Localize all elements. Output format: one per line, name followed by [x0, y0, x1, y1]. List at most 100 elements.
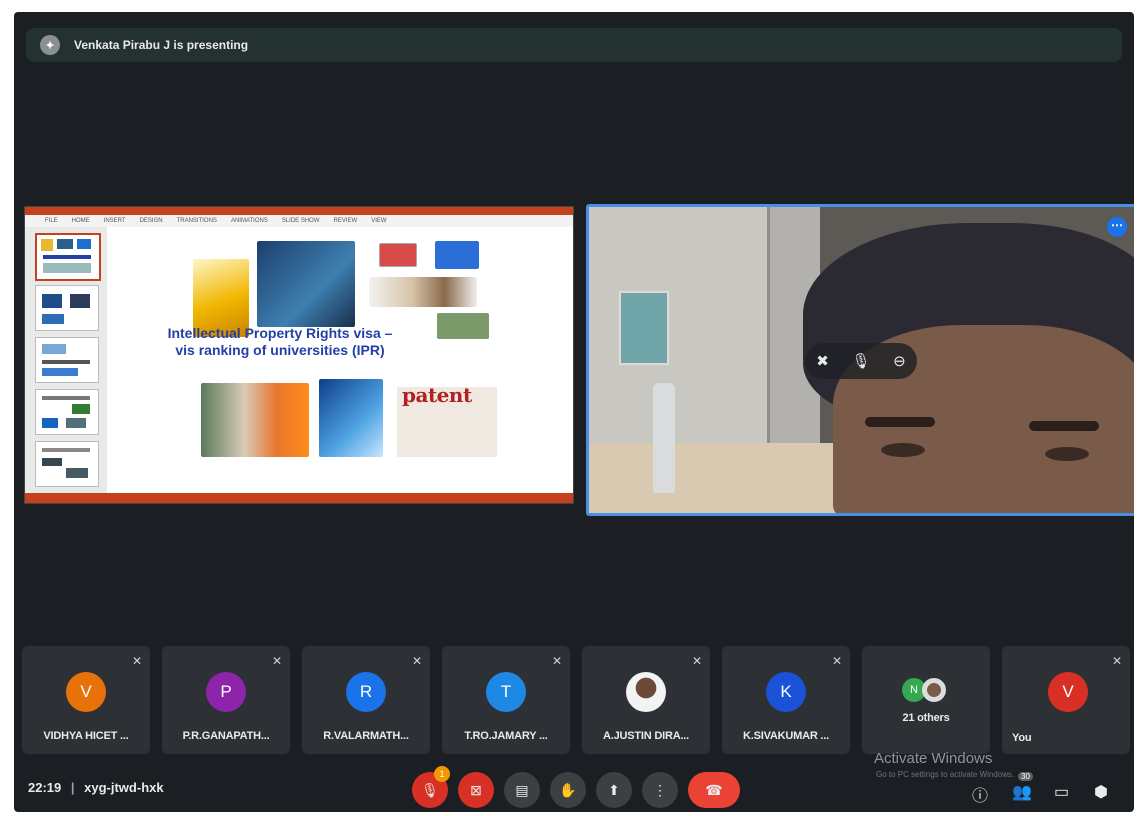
people-count: 30: [1018, 772, 1033, 781]
slide-thumbnail: [35, 233, 101, 281]
mic-off-icon: ✕: [131, 654, 142, 668]
people-icon[interactable]: 👥 30: [1012, 772, 1033, 802]
participant-tile[interactable]: ✕ R R.VALARMATH...: [302, 646, 430, 754]
captions-icon: ▤: [515, 781, 529, 798]
camera-toggle-button[interactable]: ⊠: [458, 772, 494, 808]
avatar: P: [206, 672, 246, 712]
participant-name: K.SIVAKUMAR ...: [742, 730, 830, 742]
presenter-camera-tile[interactable]: ⋯ ✖ 🎙 ⊖: [586, 204, 1134, 516]
others-count: 21 others: [902, 712, 950, 724]
patent-word: patent: [402, 383, 472, 407]
clock-time: 22:19: [28, 780, 62, 795]
present-screen-icon: ⬆: [608, 781, 620, 798]
presenter-eye: [1045, 447, 1089, 461]
mic-toggle-button[interactable]: 🎙 1: [412, 766, 450, 808]
more-options-icon[interactable]: ⋯: [1107, 217, 1127, 237]
ppt-menu-item: VIEW: [371, 218, 387, 224]
slide-canvas: [107, 227, 573, 493]
separator: |: [70, 780, 75, 795]
ppt-status-bar: [25, 493, 573, 503]
slide-title-line: Intellectual Property Rights visa –: [167, 325, 393, 341]
meeting-details: 22:19 | xyg-jtwd-hxk: [28, 780, 164, 795]
others-tile[interactable]: N 21 others: [862, 646, 990, 754]
ppt-menu-item: DESIGN: [139, 218, 163, 224]
hand-icon: ✋: [559, 781, 577, 798]
hand-image: [319, 379, 383, 457]
background-window: [619, 291, 669, 365]
avatar: T: [486, 672, 526, 712]
raise-hand-button[interactable]: ✋: [550, 772, 586, 808]
leave-call-button[interactable]: ☎: [688, 772, 740, 808]
mic-off-icon: ✕: [411, 654, 422, 668]
participant-name: R.VALARMATH...: [323, 730, 409, 742]
mic-off-icon: 🎙: [421, 781, 439, 798]
more-options-button[interactable]: ⋮: [642, 772, 678, 808]
mic-off-icon: ✕: [691, 654, 702, 668]
slide-thumbnail: [35, 389, 99, 435]
water-bottle: [653, 383, 675, 493]
presenter-avatar: ✦: [40, 35, 60, 55]
activate-windows-title: Activate Windows: [874, 750, 993, 767]
tile-hover-controls: ✖ 🎙 ⊖: [805, 343, 917, 379]
logo-image: [379, 243, 417, 267]
participant-tile[interactable]: ✕ P P.R.GANAPATH...: [162, 646, 290, 754]
remove-icon[interactable]: ⊖: [893, 352, 906, 370]
shared-screen-tile[interactable]: FILE HOME INSERT DESIGN TRANSITIONS ANIM…: [24, 206, 574, 504]
mic-off-icon: ✕: [551, 654, 562, 668]
ppt-menu-item: INSERT: [103, 218, 126, 224]
mic-icon[interactable]: 🎙: [851, 352, 870, 370]
slide-thumbnail: [35, 337, 99, 383]
unpin-icon[interactable]: ✖: [816, 352, 829, 370]
hang-up-icon: ☎: [705, 781, 723, 798]
self-tile[interactable]: ✕ V You: [1002, 646, 1130, 754]
presenter-brow: [865, 417, 935, 427]
avatar-photo: [626, 672, 666, 712]
camera-off-icon: ⊠: [470, 781, 482, 798]
mic-off-icon: ✕: [271, 654, 282, 668]
mic-off-icon: ✕: [1111, 654, 1122, 668]
ppt-menu-item: ANIMATIONS: [230, 218, 268, 224]
self-label: You: [1012, 732, 1032, 744]
present-button[interactable]: ⬆: [596, 772, 632, 808]
ppt-menu-item: TRANSITIONS: [176, 218, 217, 224]
ppt-menu-item: REVIEW: [333, 218, 358, 224]
avatar: V: [66, 672, 106, 712]
avatar-photo: [922, 678, 946, 702]
landscape-image: [437, 313, 489, 339]
meeting-code: xyg-jtwd-hxk: [84, 780, 164, 795]
captions-button[interactable]: ▤: [504, 772, 540, 808]
slide-thumbnail-pane: [25, 227, 108, 493]
presenting-banner: ✦ Venkata Pirabu J is presenting: [26, 28, 1122, 62]
avatar: V: [1048, 672, 1088, 712]
participant-tile[interactable]: ✕ A.JUSTIN DIRA...: [582, 646, 710, 754]
mic-off-icon: ✕: [831, 654, 842, 668]
participant-name: T.RO.JAMARY ...: [464, 730, 548, 742]
activate-windows-subtitle: Go to PC settings to activate Windows.: [876, 770, 1015, 779]
info-icon[interactable]: ⓘ: [972, 782, 988, 806]
activities-icon[interactable]: ⬢: [1094, 782, 1108, 802]
avatar: K: [766, 672, 806, 712]
slide-title-line: vis ranking of universities (IPR): [175, 342, 385, 358]
ppt-menu-item: FILE: [45, 218, 58, 224]
participant-tile[interactable]: ✕ K K.SIVAKUMAR ...: [722, 646, 850, 754]
participant-tile[interactable]: ✕ V VIDHYA HICET ...: [22, 646, 150, 754]
ppt-menu-item: SLIDE SHOW: [281, 218, 320, 224]
ppt-ribbon-menu: FILE HOME INSERT DESIGN TRANSITIONS ANIM…: [25, 215, 573, 227]
participant-name: VIDHYA HICET ...: [43, 730, 129, 742]
participant-name: A.JUSTIN DIRA...: [602, 730, 690, 742]
chat-icon[interactable]: ▭: [1054, 782, 1069, 802]
people-image: [201, 383, 309, 457]
presenting-text: Venkata Pirabu J is presenting: [74, 38, 249, 52]
presenter-brow: [1029, 421, 1099, 431]
participant-tile[interactable]: ✕ T T.RO.JAMARY ...: [442, 646, 570, 754]
presenter-eye: [881, 443, 925, 457]
slide-thumbnail: [35, 441, 99, 487]
ppt-menu-item: HOME: [71, 218, 90, 224]
avatar: R: [346, 672, 386, 712]
brand-logo-image: [435, 241, 479, 269]
participant-name: P.R.GANAPATH...: [182, 730, 270, 742]
warning-badge: 1: [434, 766, 450, 782]
cosmetics-image: [369, 277, 477, 307]
ppt-title-bar: [25, 207, 573, 215]
slide-thumbnail: [35, 285, 99, 331]
